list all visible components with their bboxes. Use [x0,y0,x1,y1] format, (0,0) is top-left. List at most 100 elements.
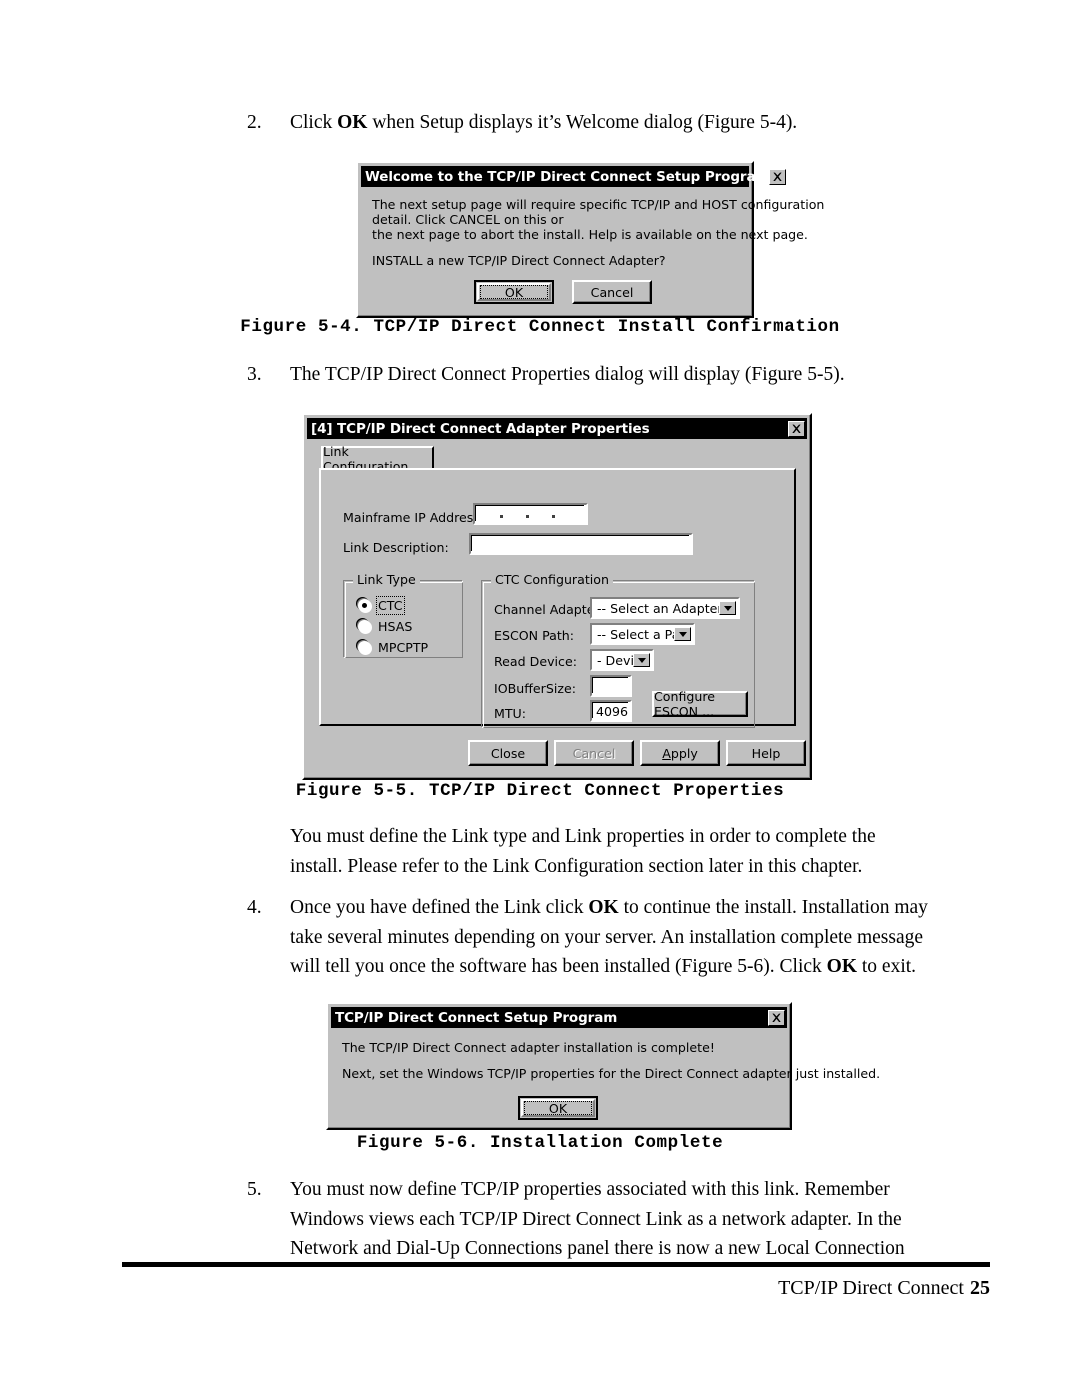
radio-ctc-indicator [358,599,371,612]
link-note-paragraph: You must define the Link type and Link p… [247,822,1007,881]
radio-ctc-label: CTC [376,596,405,615]
field-shadow [592,677,628,678]
tab-link-configuration[interactable]: Link Configuration [321,444,434,474]
step-4-seg-3: will tell you once the software has been… [290,956,827,977]
channel-adapter-label: Channel Adapter: [494,602,604,617]
escon-path-label: ESCON Path: [494,628,574,643]
mainframe-ip-input[interactable] [473,503,588,525]
step-4-seg-4: to exit. [857,956,917,977]
escon-path-combobox[interactable]: -- Select a Path -- [590,623,695,645]
link-description-input[interactable] [469,533,693,555]
link-note-line-1: You must define the Link type and Link p… [290,826,876,847]
read-device-combobox[interactable]: - Device ? [590,649,654,671]
welcome-cancel-label: Cancel [590,284,634,300]
field-shadow-left [471,535,472,551]
mtu-value: 4096 [596,703,629,719]
step-3-number: 3. [247,364,262,385]
radio-mpcptp-label: MPCPTP [378,640,429,655]
apply-rest: pply [670,745,698,761]
complete-dialog-titlebar[interactable]: TCP/IP Direct Connect Setup Program [331,1007,787,1028]
step-2-paragraph: 2. Click OK when Setup displays it’s Wel… [247,108,1007,138]
channel-adapter-value: -- Select an Adapter -- [597,600,719,616]
close-icon[interactable] [769,168,787,185]
figure-5-4-caption: Figure 5-4. TCP/IP Direct Connect Instal… [240,317,840,337]
radio-hsas-label: HSAS [378,619,413,634]
footer-title: TCP/IP Direct Connect [778,1277,964,1299]
link-note-line-2: install. Please refer to the Link Config… [290,855,863,877]
close-button-label: Close [490,745,526,761]
iobuffersize-label: IOBufferSize: [494,681,576,696]
link-configuration-panel: Mainframe IP Address: Link Description: … [319,468,796,728]
mtu-label: MTU: [494,706,527,721]
mainframe-ip-label: Mainframe IP Address: [343,510,485,525]
step-5-number: 5. [247,1179,262,1200]
radio-hsas-indicator [358,620,371,633]
complete-body-line-1: The TCP/IP Direct Connect adapter instal… [342,1040,715,1055]
figure-5-5-caption: Figure 5-5. TCP/IP Direct Connect Proper… [295,781,785,801]
complete-ok-label: OK [548,1100,568,1116]
page-number: 25 [970,1277,990,1299]
installation-complete-dialog: TCP/IP Direct Connect Setup Program The … [326,1002,880,1130]
ctc-configuration-group-label: CTC Configuration [491,572,613,587]
link-type-group-label: Link Type [353,572,420,587]
link-description-label: Link Description: [343,540,449,555]
welcome-body-line-4: INSTALL a new TCP/IP Direct Connect Adap… [372,253,666,268]
step-4-seg-2: to continue the install. Installation ma… [618,897,928,918]
configure-escon-button[interactable]: Configure ESCON ... [652,689,748,719]
mtu-input[interactable]: 4096 [590,700,632,722]
close-icon[interactable] [768,1009,785,1026]
apply-button[interactable]: Apply [640,740,720,766]
step-3-paragraph: 3. The TCP/IP Direct Connect Properties … [247,360,1007,390]
help-button-label: Help [751,745,781,761]
welcome-body-line-1: The next setup page will require specifi… [372,197,825,212]
chevron-down-icon[interactable] [719,601,736,615]
radio-mpcptp[interactable]: MPCPTP [358,640,428,655]
chevron-down-icon[interactable] [674,627,691,641]
step-4-line-1: Once you have defined the Link click OK … [290,893,1007,923]
escon-path-value: -- Select a Path -- [597,626,674,642]
welcome-setup-dialog: Welcome to the TCP/IP Direct Connect Set… [356,161,824,318]
step-2-text-before: Click [290,112,338,133]
ctc-configuration-group: CTC Configuration Channel Adapter: -- Se… [481,572,755,728]
step-5-line-1: You must now define TCP/IP properties as… [290,1179,890,1200]
read-device-label: Read Device: [494,654,577,669]
welcome-ok-button[interactable]: OK [474,280,554,304]
read-device-value: - Device ? [597,652,633,668]
step-4-number: 4. [247,897,262,918]
step-5-paragraph: 5. You must now define TCP/IP properties… [247,1175,1007,1264]
field-shadow-left [592,677,593,693]
channel-adapter-combobox[interactable]: -- Select an Adapter -- [590,597,740,619]
chevron-down-icon[interactable] [633,653,650,667]
cancel-button: Cancel [554,740,634,766]
close-button[interactable]: Close [468,740,548,766]
step-4-bold-ok-1: OK [588,897,619,918]
step-5-line-2: Windows views each TCP/IP Direct Connect… [290,1208,902,1230]
complete-ok-button[interactable]: OK [518,1096,598,1120]
help-button[interactable]: Help [726,740,806,766]
apply-accel-letter: A [662,745,671,761]
step-3-text: The TCP/IP Direct Connect Properties dia… [290,364,845,385]
adapter-properties-dialog: [4] TCP/IP Direct Connect Adapter Proper… [302,413,812,780]
configure-escon-label: Configure ESCON ... [654,689,716,719]
welcome-body-line-3: the next page to abort the install. Help… [372,227,808,242]
close-icon[interactable] [788,420,805,437]
footer-divider [122,1262,990,1267]
link-type-group: Link Type CTC HSAS MPCPTP [343,572,463,658]
radio-hsas[interactable]: HSAS [358,619,412,634]
properties-dialog-titlebar[interactable]: [4] TCP/IP Direct Connect Adapter Proper… [307,418,807,439]
iobuffersize-input[interactable] [590,675,632,697]
step-4-seg-1: Once you have defined the Link click [290,897,589,918]
step-4-line-2: take several minutes depending on your s… [290,926,924,948]
step-2-bold-ok: OK [337,112,368,133]
ip-separator-dots [475,505,586,523]
step-2-number: 2. [247,112,262,133]
welcome-cancel-button[interactable]: Cancel [572,280,652,304]
welcome-dialog-titlebar[interactable]: Welcome to the TCP/IP Direct Connect Set… [361,166,787,187]
welcome-ok-label: OK [504,284,524,300]
radio-ctc[interactable]: CTC [358,596,405,615]
welcome-body-line-2: detail. Click CANCEL on this or [372,212,564,227]
step-4-bold-ok-2: OK [826,956,857,977]
step-5-line-3: Network and Dial-Up Connections panel th… [290,1238,905,1259]
step-2-text: Click OK when Setup displays it’s Welcom… [290,108,1007,138]
document-page: 2. Click OK when Setup displays it’s Wel… [0,0,1080,1397]
